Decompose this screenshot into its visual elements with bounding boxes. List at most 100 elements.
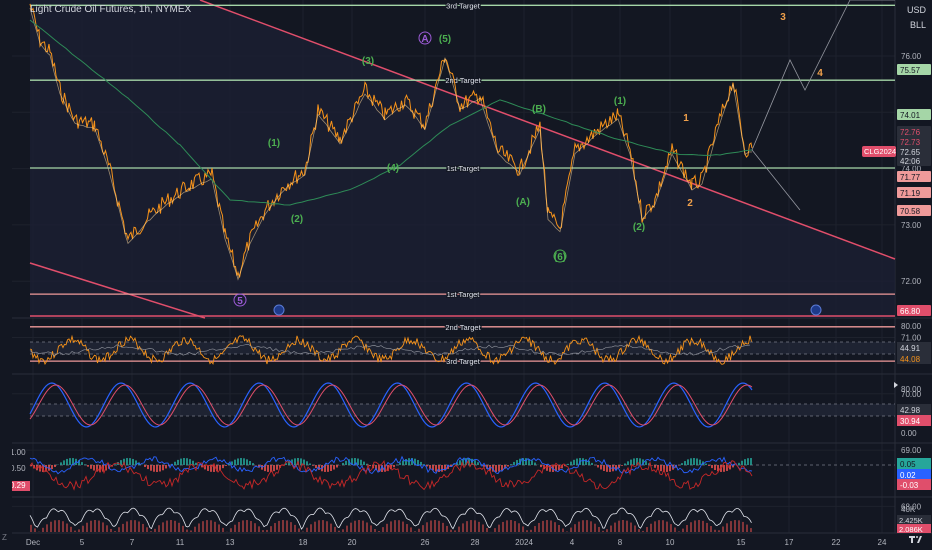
- macd-hist-bar: [567, 463, 569, 465]
- currency-label[interactable]: USD: [907, 5, 926, 15]
- price-label: 42:06: [900, 157, 921, 166]
- macd-hist-bar: [603, 465, 605, 471]
- price-tick: 69.00: [901, 446, 922, 455]
- volume-bar: [466, 521, 468, 532]
- macd-hist-bar: [627, 461, 629, 465]
- volume-bar: [270, 526, 272, 532]
- time-tick: 15: [737, 538, 746, 547]
- volume-bar: [702, 520, 704, 532]
- volume-bar: [690, 522, 692, 532]
- volume-bar: [518, 523, 520, 532]
- volume-bar: [314, 521, 316, 532]
- target-label: 1st Target: [447, 164, 481, 173]
- volume-bar: [246, 520, 248, 532]
- wave-label: 5: [237, 296, 243, 307]
- volume-bar: [178, 522, 180, 532]
- macd-hist-bar: [417, 460, 419, 465]
- volume-bar: [530, 529, 532, 532]
- volume-bar: [706, 522, 708, 532]
- channel-fill: [30, 0, 895, 318]
- volume-bar: [502, 521, 504, 532]
- macd-hist-bar: [591, 462, 593, 465]
- unit-label[interactable]: BLL: [910, 20, 926, 30]
- macd-hist-bar: [156, 465, 158, 472]
- volume-bar: [406, 524, 408, 532]
- volume-bar: [334, 526, 336, 532]
- tradingview-logo-icon[interactable]: [908, 534, 926, 544]
- macd-hist-bar: [309, 463, 311, 465]
- volume-bar: [218, 524, 220, 532]
- volume-bar: [90, 520, 92, 532]
- volume-bar: [522, 526, 524, 532]
- time-tick: 24: [878, 538, 887, 547]
- event-marker-icon: [810, 304, 822, 316]
- chart-canvas[interactable]: 3rd Target 2nd Target 1st Target 1st Target…: [0, 0, 932, 550]
- macd-hist-bar: [705, 463, 707, 465]
- volume-bar: [730, 521, 732, 532]
- volume-bar: [478, 521, 480, 532]
- volume-bar: [234, 524, 236, 532]
- volume-bar: [154, 528, 156, 532]
- volume-bar: [750, 528, 752, 532]
- target-label: 3rd Target: [446, 357, 481, 366]
- macd-hist-bar: [435, 465, 437, 472]
- stoch-tick: 0.00: [901, 429, 917, 438]
- volume-bar: [78, 529, 80, 532]
- macd-hist-bar: [177, 459, 179, 465]
- macd-left-tick: 0.50: [10, 464, 26, 473]
- volume-bar: [686, 525, 688, 532]
- macd-hist-bar: [708, 465, 710, 466]
- volume-bar: [390, 521, 392, 532]
- macd-value: 0.05: [900, 460, 916, 469]
- volume-bar: [82, 525, 84, 532]
- volume-bar: [630, 522, 632, 532]
- volume-bar: [650, 523, 652, 532]
- wave-label: A: [421, 34, 428, 45]
- volume-bar: [190, 530, 192, 532]
- macd-hist-bar: [606, 465, 608, 472]
- time-tick: 11: [176, 538, 185, 547]
- volume-bar: [86, 522, 88, 532]
- volume-bar: [158, 525, 160, 532]
- volume-bar: [614, 522, 616, 532]
- macd-hist-bar: [534, 462, 536, 465]
- macd-hist-bar: [684, 461, 686, 465]
- time-tick: 8: [618, 538, 623, 547]
- macd-hist-bar: [699, 459, 701, 465]
- volume-bar: [610, 525, 612, 532]
- volume-bar: [102, 522, 104, 532]
- stoch-value: 30.94: [900, 417, 921, 426]
- volume-bar: [738, 520, 740, 532]
- volume-bar: [250, 521, 252, 532]
- macd-hist-bar: [162, 465, 164, 471]
- macd-hist-bar: [660, 465, 662, 472]
- volume-bar: [298, 528, 300, 532]
- time-tick: 10: [666, 538, 675, 547]
- volume-bar: [742, 521, 744, 532]
- volume-bar: [110, 528, 112, 532]
- volume-bar: [570, 527, 572, 532]
- volume-bar: [322, 520, 324, 532]
- volume-bar: [194, 526, 196, 532]
- macd-hist-bar: [513, 461, 515, 465]
- macd-left-tick: 0.29: [10, 481, 26, 490]
- price-label: 75.57: [900, 66, 921, 75]
- volume-bar: [210, 520, 212, 532]
- macd-hist-bar: [81, 462, 83, 465]
- time-tick: 17: [785, 538, 794, 547]
- left-toolbar: Z: [0, 0, 12, 550]
- volume-bar: [238, 522, 240, 532]
- time-tick: 26: [421, 538, 430, 547]
- volume-bar: [30, 524, 32, 532]
- time-tick: 20: [348, 538, 357, 547]
- volume-bar: [606, 529, 608, 532]
- volume-bar: [670, 524, 672, 532]
- volume-bar: [654, 521, 656, 532]
- macd-hist-bar: [570, 461, 572, 465]
- volume-bar: [462, 523, 464, 532]
- macd-hist-bar: [747, 458, 749, 465]
- volume-bar: [694, 520, 696, 532]
- macd-hist-bar: [267, 465, 269, 472]
- macd-hist-bar: [738, 462, 740, 465]
- volume-bar: [370, 525, 372, 532]
